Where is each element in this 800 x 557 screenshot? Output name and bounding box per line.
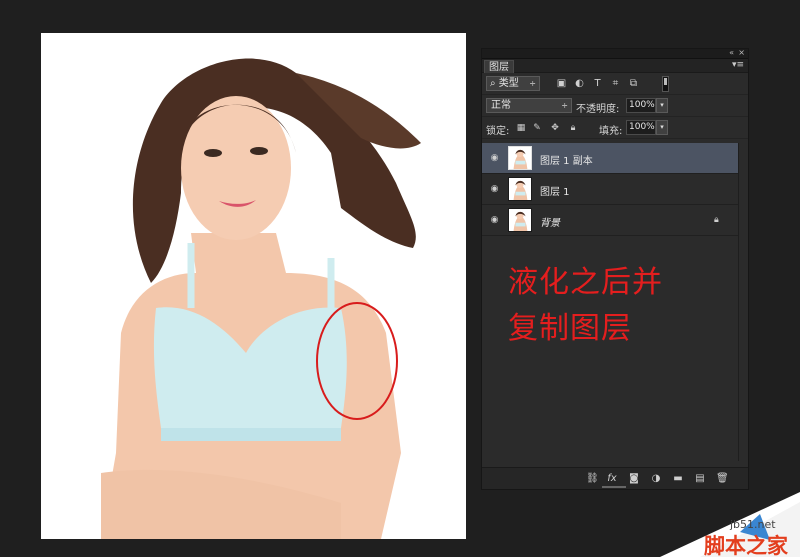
adjustment-filter-icon[interactable]: ◐: [574, 78, 585, 89]
annotation-line-1: 液化之后并: [508, 265, 663, 300]
layers-scrollbar[interactable]: [738, 143, 748, 461]
layer-name[interactable]: 背景: [540, 214, 560, 229]
chevron-down-icon: ÷: [529, 79, 536, 88]
layer-filter-select[interactable]: ⌕ 类型 ÷: [486, 76, 540, 91]
link-layers-icon[interactable]: ⛓: [586, 473, 599, 485]
lock-transparent-icon[interactable]: ▦: [516, 123, 526, 133]
panel-menu-icon[interactable]: ▾≡: [732, 60, 744, 70]
watermark-name: 脚本之家: [704, 534, 788, 557]
fx-icon[interactable]: fx: [606, 473, 618, 485]
layer-row-background[interactable]: ◉ 背景 🔒︎: [482, 205, 738, 236]
layer-name[interactable]: 图层 1: [540, 183, 570, 198]
lock-icon: 🔒︎: [714, 215, 719, 225]
add-mask-icon[interactable]: ◙: [628, 473, 640, 485]
tab-layers[interactable]: 图层: [484, 60, 514, 73]
resize-grip[interactable]: [602, 486, 626, 488]
filter-kind-label: 类型: [498, 78, 519, 89]
document-canvas[interactable]: [41, 33, 466, 539]
collapse-icon[interactable]: «: [729, 48, 734, 57]
panel-tab-bar: 图层 ▾≡: [482, 59, 748, 73]
layer-name[interactable]: 图层 1 副本: [540, 152, 593, 167]
smart-object-filter-icon[interactable]: ⧉: [628, 78, 639, 89]
layer-thumbnail: [508, 208, 532, 232]
lock-image-icon[interactable]: ✎: [532, 123, 542, 133]
new-group-icon[interactable]: ▬: [672, 473, 684, 485]
filter-row: ⌕ 类型 ÷ ▣ ◐ T ⌗ ⧉: [482, 73, 748, 95]
search-icon: ⌕: [490, 78, 496, 89]
fill-input[interactable]: 100%: [626, 120, 656, 135]
visibility-eye-icon[interactable]: ◉: [489, 153, 500, 164]
fill-dropdown[interactable]: ▾: [656, 120, 668, 135]
blend-mode-value: 正常: [491, 100, 511, 111]
panel-bottom-toolbar: ⛓ fx ◙ ◑ ▬ ▤ 🗑︎: [482, 467, 748, 489]
lock-row: 锁定: ▦ ✎ ✥ 🔒︎ 填充: 100% ▾: [482, 117, 748, 139]
image-filter-icon[interactable]: ▣: [556, 78, 567, 89]
layer-thumbnail: [508, 146, 532, 170]
opacity-input[interactable]: 100%: [626, 98, 656, 113]
visibility-eye-icon[interactable]: ◉: [489, 215, 500, 226]
blend-mode-select[interactable]: 正常 ÷: [486, 98, 572, 113]
annotation-line-2: 复制图层: [508, 311, 632, 346]
shape-filter-icon[interactable]: ⌗: [610, 78, 621, 89]
panel-title-bar: « ×: [482, 48, 748, 59]
adjustment-layer-icon[interactable]: ◑: [650, 473, 662, 485]
photo-image: [41, 33, 466, 539]
opacity-dropdown[interactable]: ▾: [656, 98, 668, 113]
lock-position-icon[interactable]: ✥: [550, 123, 560, 133]
layer-row-copy[interactable]: ◉ 图层 1 副本: [482, 143, 738, 174]
opacity-label: 不透明度:: [576, 104, 620, 115]
type-filter-icon[interactable]: T: [592, 78, 603, 89]
fill-label: 填充:: [599, 126, 623, 137]
lock-all-icon[interactable]: 🔒︎: [568, 123, 578, 133]
blend-row: 正常 ÷ 不透明度: 100% ▾: [482, 95, 748, 117]
chevron-down-icon: ÷: [561, 101, 568, 110]
annotation-text: 液化之后并 复制图层: [508, 260, 663, 352]
new-layer-icon[interactable]: ▤: [694, 473, 706, 485]
visibility-eye-icon[interactable]: ◉: [489, 184, 500, 195]
filter-toggle[interactable]: [662, 76, 669, 92]
lock-label: 锁定:: [486, 126, 510, 137]
close-icon[interactable]: ×: [738, 48, 745, 57]
trash-icon[interactable]: 🗑︎: [716, 473, 729, 485]
layers-list: ◉ 图层 1 副本 ◉ 图层 1 ◉ 背景 🔒︎: [482, 143, 738, 236]
layer-row-layer1[interactable]: ◉ 图层 1: [482, 174, 738, 205]
layer-thumbnail: [508, 177, 532, 201]
